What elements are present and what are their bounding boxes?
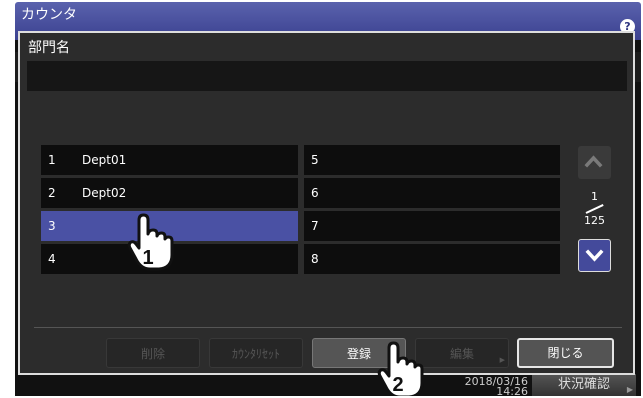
row-number: 2 <box>48 186 56 200</box>
row-number: 4 <box>48 252 56 266</box>
row-name: Dept01 <box>82 153 127 167</box>
department-row[interactable]: 2 Dept02 <box>41 178 298 208</box>
counter-reset-button[interactable]: ｶｳﾝﾀﾘｾｯﾄ <box>209 338 303 368</box>
status-check-button[interactable]: 状況確認 ▶ <box>532 374 636 396</box>
clock-display: 2018/03/16 14:26 <box>464 375 528 398</box>
dialog-title: 部門名 <box>28 40 70 56</box>
close-button[interactable]: 閉じる <box>517 338 614 368</box>
department-row[interactable]: 6 <box>304 178 560 208</box>
row-name: Dept02 <box>82 186 127 200</box>
scroll-down-button[interactable] <box>578 239 611 272</box>
edit-button[interactable]: 編集 ▶ <box>415 338 509 368</box>
department-row[interactable]: 5 <box>304 145 560 175</box>
pointer-hand-icon-step1: 1 <box>127 213 174 271</box>
step-number: 2 <box>392 374 403 396</box>
row-number: 1 <box>48 153 56 167</box>
status-check-label: 状況確認 <box>557 377 610 392</box>
delete-button[interactable]: 削除 <box>106 338 200 368</box>
chevron-up-icon <box>584 155 603 168</box>
department-row[interactable]: 1 Dept01 <box>41 145 298 175</box>
page-current: 1 <box>591 190 598 203</box>
row-number: 7 <box>311 219 319 233</box>
page-total: 125 <box>584 214 605 227</box>
edit-button-label: 編集 <box>449 347 474 361</box>
department-name-dialog: 部門名 1 Dept01 2 Dept02 3 4 5 6 7 8 1 125 … <box>18 31 635 375</box>
row-number: 6 <box>311 186 319 200</box>
row-number: 5 <box>311 153 319 167</box>
page-indicator: 1 125 <box>578 191 611 227</box>
pointer-hand-icon-step2: 2 <box>377 341 424 396</box>
submenu-arrow-icon: ▶ <box>499 356 505 364</box>
department-name-field[interactable] <box>27 61 627 91</box>
row-number: 3 <box>48 219 56 233</box>
page-separator <box>578 203 611 215</box>
scroll-up-button[interactable] <box>578 146 611 179</box>
step-number: 1 <box>142 247 153 269</box>
app-title: カウンタ <box>21 7 77 23</box>
department-row[interactable]: 8 <box>304 244 560 274</box>
department-row[interactable]: 7 <box>304 211 560 241</box>
submenu-arrow-icon: ▶ <box>626 385 633 394</box>
chevron-down-icon <box>585 249 604 262</box>
divider <box>34 327 622 328</box>
row-number: 8 <box>311 252 319 266</box>
